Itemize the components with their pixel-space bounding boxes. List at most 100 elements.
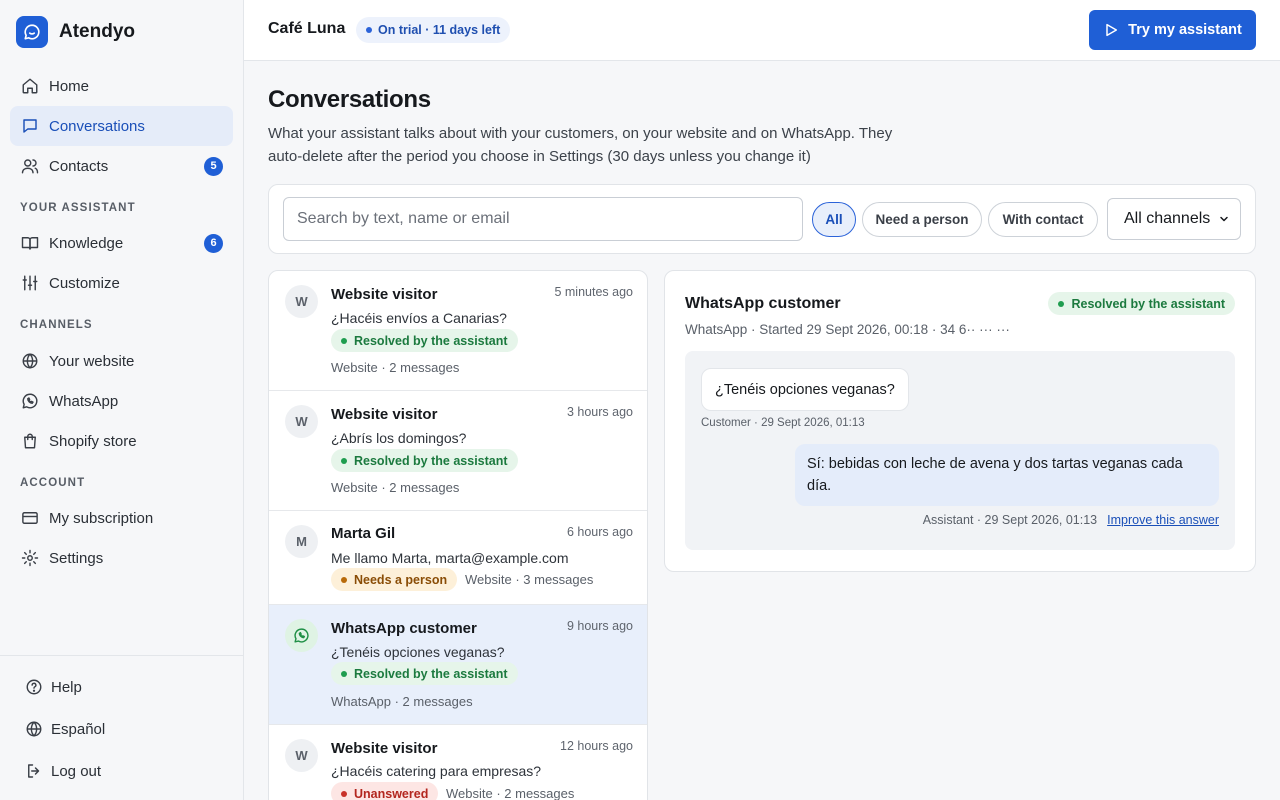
sidebar-item-whatsapp[interactable]: WhatsApp xyxy=(10,381,233,421)
avatar: W xyxy=(285,739,318,772)
conversation-name: Website visitor xyxy=(331,286,438,303)
status-badge: Unanswered xyxy=(331,782,439,800)
globe-icon xyxy=(20,351,40,371)
section-title-channels: CHANNELS xyxy=(20,319,93,331)
business-name: Café Luna xyxy=(268,20,346,37)
sidebar-item-label: My subscription xyxy=(49,509,154,527)
home-icon xyxy=(20,76,40,96)
sidebar-item-knowledge[interactable]: Knowledge 6 xyxy=(10,223,233,263)
status-label: Resolved by the assistant xyxy=(354,666,508,681)
conversation-name: Website visitor xyxy=(331,740,438,757)
avatar: W xyxy=(285,285,318,318)
assistant-message-footer: Assistant · 29 Sept 2026, 01:13 Improve … xyxy=(923,513,1219,527)
status-label: Resolved by the assistant xyxy=(1071,296,1225,311)
list-item[interactable]: W Website visitor 3 hours ago ¿Abrís los… xyxy=(269,391,647,511)
page-title: Conversations xyxy=(268,86,431,113)
conversation-preview: ¿Hacéis catering para empresas? xyxy=(331,763,542,779)
topbar: Café Luna On trial · 11 days left Try my… xyxy=(244,0,1280,61)
conversation-preview: Me llamo Marta, marta@example.com xyxy=(331,550,569,566)
conversation-time: 3 hours ago xyxy=(566,405,633,419)
conversation-meta: Website · 2 messages xyxy=(331,480,460,495)
conversation-meta: WhatsApp · 2 messages xyxy=(331,694,473,709)
language-switch[interactable]: Español xyxy=(24,719,105,739)
status-label: Unanswered xyxy=(354,786,429,800)
contacts-count-badge: 5 xyxy=(204,156,223,176)
status-dot-icon xyxy=(341,790,347,797)
sidebar-item-customize[interactable]: Customize xyxy=(10,263,233,303)
sidebar-item-label: Conversations xyxy=(49,117,145,135)
status-label: Resolved by the assistant xyxy=(354,453,508,468)
status-label: Resolved by the assistant xyxy=(354,333,508,348)
conversation-name: Website visitor xyxy=(331,406,438,423)
conversation-preview: ¿Hacéis envíos a Canarias? xyxy=(331,310,507,326)
whatsapp-icon xyxy=(294,628,309,643)
sidebar-item-conversations[interactable]: Conversations xyxy=(10,106,233,146)
help-link[interactable]: Help xyxy=(24,677,82,697)
whatsapp-icon xyxy=(20,391,40,411)
page-subtitle: What your assistant talks about with you… xyxy=(268,125,893,165)
customer-message-meta: Customer · 29 Sept 2026, 01:13 xyxy=(701,417,865,429)
conversation-meta: Website · 3 messages xyxy=(465,572,594,587)
language-label: Español xyxy=(51,720,106,738)
sidebar-item-label: Knowledge xyxy=(49,234,124,252)
avatar xyxy=(285,619,318,652)
help-circle-icon xyxy=(24,677,44,697)
shopping-bag-icon xyxy=(20,431,40,451)
channel-select-value: All channels xyxy=(1124,210,1211,227)
list-item[interactable]: W Website visitor 12 hours ago ¿Hacéis c… xyxy=(269,725,647,800)
list-item[interactable]: W Website visitor 5 minutes ago ¿Hacéis … xyxy=(269,271,647,391)
conversation-name: Marta Gil xyxy=(331,525,396,542)
status-badge: Resolved by the assistant xyxy=(1048,292,1235,315)
status-dot-icon xyxy=(341,337,347,344)
status-dot-icon xyxy=(341,670,347,677)
trial-label: On trial · 11 days left xyxy=(378,23,501,37)
status-badge: Resolved by the assistant xyxy=(331,329,518,352)
detail-title: WhatsApp customer xyxy=(685,295,841,312)
book-icon xyxy=(20,233,40,253)
conversation-meta: Website · 2 messages xyxy=(446,786,575,800)
try-assistant-label: Try my assistant xyxy=(1128,22,1242,38)
sidebar-item-home[interactable]: Home xyxy=(10,66,233,106)
status-badge: Needs a person xyxy=(331,568,458,591)
assistant-message: Sí: bebidas con leche de avena y dos tar… xyxy=(795,444,1219,506)
status-label: Needs a person xyxy=(354,572,448,587)
sidebar-item-contacts[interactable]: Contacts 5 xyxy=(10,146,233,186)
filter-chip-all[interactable]: All xyxy=(812,202,856,237)
sidebar-item-shopify-store[interactable]: Shopify store xyxy=(10,421,233,461)
sidebar-item-settings[interactable]: Settings xyxy=(10,538,233,578)
conversation-time: 6 hours ago xyxy=(566,525,633,539)
sidebar-item-your-website[interactable]: Your website xyxy=(10,341,233,381)
sidebar-item-my-subscription[interactable]: My subscription xyxy=(10,498,233,538)
credit-card-icon xyxy=(20,508,40,528)
brand-logo-icon xyxy=(16,16,48,48)
list-item[interactable]: M Marta Gil 6 hours ago Me llamo Marta, … xyxy=(269,511,647,605)
filter-chip-with-contact[interactable]: With contact xyxy=(988,202,1098,237)
status-dot-icon xyxy=(341,457,347,464)
brand[interactable]: Atendyo xyxy=(16,16,135,48)
gear-icon xyxy=(20,548,40,568)
avatar: M xyxy=(285,525,318,558)
brand-name: Atendyo xyxy=(59,21,135,42)
trial-dot-icon xyxy=(366,27,372,33)
sidebar-item-label: Customize xyxy=(49,274,120,292)
logout-label: Log out xyxy=(51,762,102,780)
help-label: Help xyxy=(51,678,82,696)
users-icon xyxy=(20,156,40,176)
sidebar-item-label: Your website xyxy=(49,352,135,370)
try-assistant-button[interactable]: Try my assistant xyxy=(1089,10,1256,50)
logout-link[interactable]: Log out xyxy=(24,761,101,781)
section-title-assistant: YOUR ASSISTANT xyxy=(20,202,136,214)
improve-answer-link[interactable]: Improve this answer xyxy=(1107,513,1219,527)
conversation-list: W Website visitor 5 minutes ago ¿Hacéis … xyxy=(268,270,648,800)
conversation-time: 5 minutes ago xyxy=(554,285,633,299)
sidebar-item-label: Home xyxy=(49,77,90,95)
filter-chip-need-person[interactable]: Need a person xyxy=(862,202,982,237)
detail-meta: WhatsApp · Started 29 Sept 2026, 00:18 ·… xyxy=(685,322,1010,337)
sliders-icon xyxy=(20,273,40,293)
play-icon xyxy=(1106,23,1118,37)
globe-icon xyxy=(24,719,44,739)
status-badge: Resolved by the assistant xyxy=(331,449,518,472)
search-input[interactable] xyxy=(283,197,803,241)
list-item[interactable]: WhatsApp customer 9 hours ago ¿Tenéis op… xyxy=(269,605,647,725)
channel-select[interactable]: All channels xyxy=(1107,198,1241,240)
